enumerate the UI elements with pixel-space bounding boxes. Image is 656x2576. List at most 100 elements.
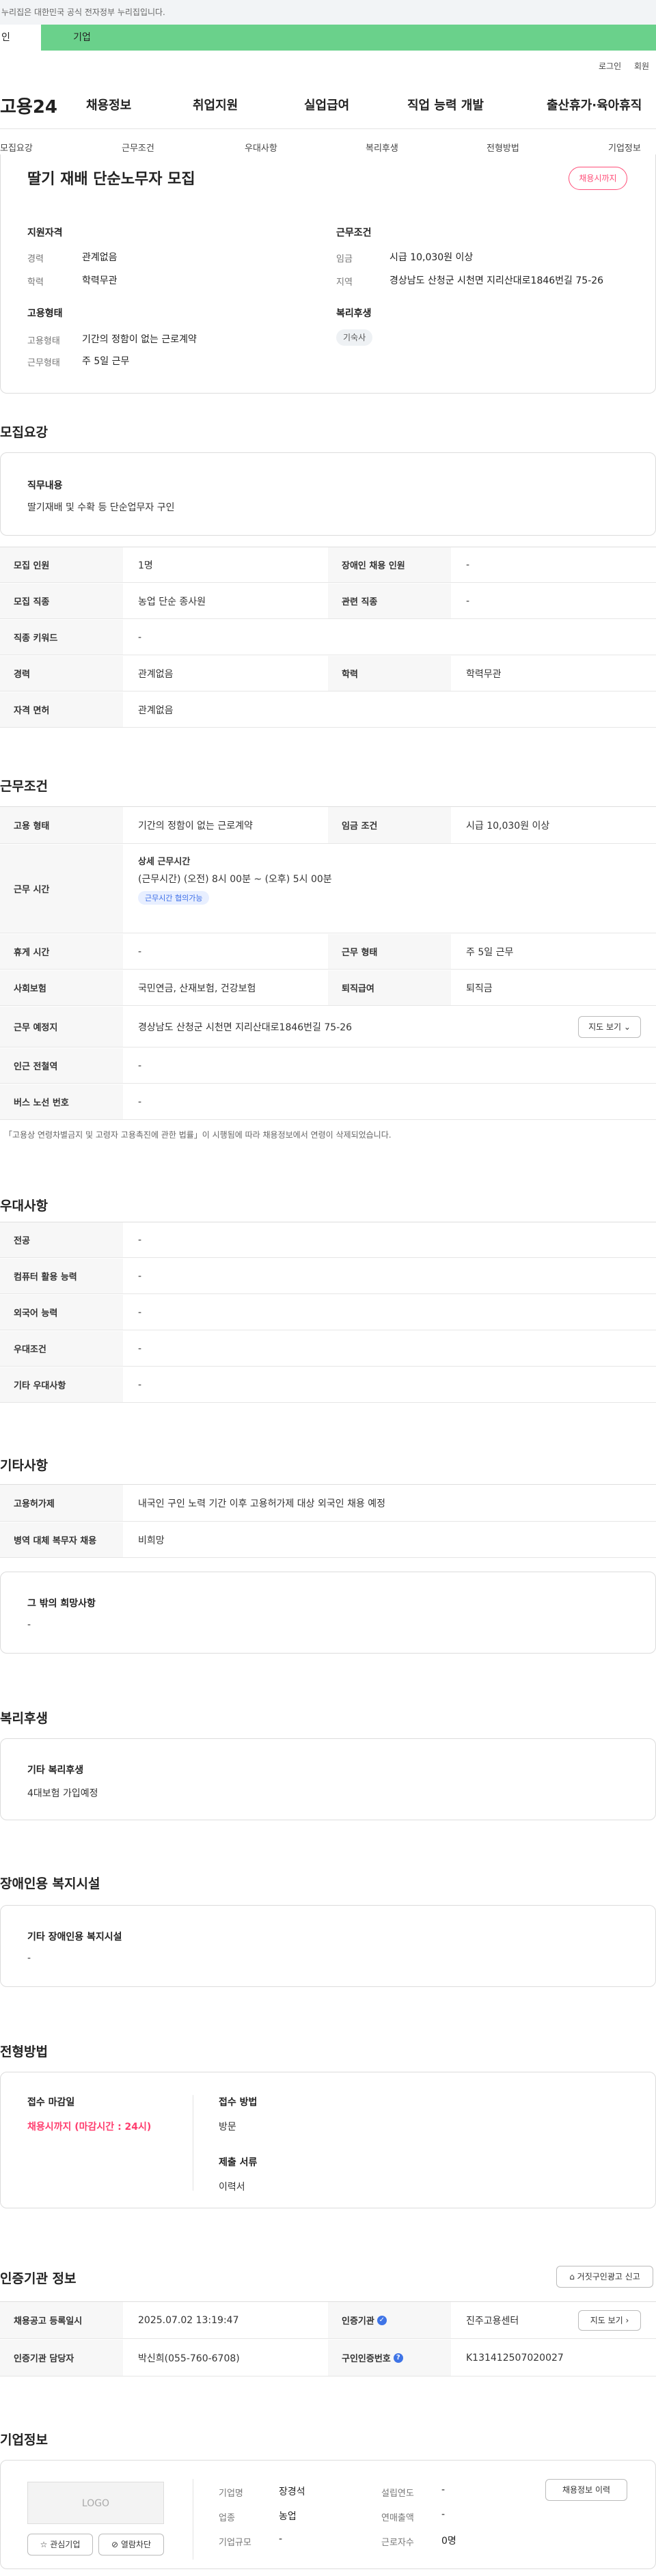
deadline-value: 채용시까지 (마감시간 : 24시) xyxy=(27,2122,152,2133)
founded-label: 설립연도 xyxy=(381,2489,414,2499)
table-cell: 농업 단순 종사원 xyxy=(138,596,206,607)
block-view-button[interactable]: ⊘ 열람차단 xyxy=(98,2534,164,2556)
report-false-ad-button[interactable]: ⌂ 거짓구인광고 신고 xyxy=(556,2266,653,2288)
table-header: 기타 우대사항 xyxy=(0,1367,123,1402)
anchor-selection[interactable]: 전형방법 xyxy=(487,141,519,154)
disability-box-value: - xyxy=(27,1953,31,1964)
anchor-welfare[interactable]: 복리후생 xyxy=(366,141,398,154)
star-icon: ☆ xyxy=(40,2540,48,2549)
work-type-value: 주 5일 근무 xyxy=(82,356,130,367)
table-row: 모집 인원 1명 장애인 채용 인원 - xyxy=(0,547,656,583)
login-link[interactable]: 로그인 xyxy=(599,60,621,72)
welfare-box-value: 4대보험 가입예정 xyxy=(27,1788,98,1799)
table-header: 경력 xyxy=(0,656,123,691)
table-header: 자격 면허 xyxy=(0,692,123,727)
table-row: 기타 우대사항 - xyxy=(0,1367,656,1403)
table-row: 컴퓨터 활용 능력 - xyxy=(0,1259,656,1294)
job-history-button[interactable]: 채용정보 이력 xyxy=(545,2479,627,2501)
other-wishes-box xyxy=(0,1572,656,1654)
welfare-chip: 기숙사 xyxy=(336,329,373,346)
etc-table: 고용허가제 내국인 구인 노력 기간 이후 고용허가제 대상 외국인 채용 예정… xyxy=(0,1484,656,1559)
table-header: 근무 형태 xyxy=(328,934,451,969)
table-cell: 학력무관 xyxy=(466,668,502,680)
work-time-value: (근무시간) (오전) 8시 00분 ~ (오후) 5시 00분 xyxy=(138,874,332,885)
tab-personal[interactable]: 인 xyxy=(0,25,41,51)
table-cell: 퇴직금 xyxy=(466,983,493,994)
conditions-heading: 근무조건 xyxy=(336,228,372,238)
table-header: 관련 직종 xyxy=(328,584,451,618)
company-name-value: 장경석 xyxy=(279,2486,305,2497)
agency-map-button[interactable]: 지도 보기 › xyxy=(578,2310,641,2331)
employment-type-value: 기간의 정함이 없는 근로계약 xyxy=(82,334,197,345)
employees-value: 0명 xyxy=(441,2536,456,2547)
anchor-company[interactable]: 기업정보 xyxy=(608,141,641,154)
table-cell: - xyxy=(138,1060,142,1071)
duty-value: 딸기재배 및 수확 등 단순업무자 구인 xyxy=(27,502,175,513)
help-icon[interactable]: ? xyxy=(393,2353,403,2363)
table-cell: 진주고용센터 xyxy=(466,2315,519,2327)
tab-company[interactable]: 기업 xyxy=(41,25,123,51)
home-icon: ⌂ xyxy=(569,2272,575,2282)
work-heading: 근무조건 xyxy=(0,779,48,794)
map-view-button[interactable]: 지도 보기 ⌄ xyxy=(578,1016,641,1038)
region-label: 지역 xyxy=(336,277,353,288)
table-row: 전공 - xyxy=(0,1222,656,1258)
table-cell: 관계없음 xyxy=(138,704,174,716)
welfare-section-heading: 복리후생 xyxy=(0,1711,48,1726)
method-heading: 접수 방법 xyxy=(219,2097,258,2108)
table-header: 모집 직종 xyxy=(0,584,123,618)
table-row: 사회보험 국민연금, 산재보험, 건강보험 퇴직급여 퇴직금 xyxy=(0,970,656,1006)
company-logo-placeholder: LOGO xyxy=(27,2482,164,2524)
favorite-company-button[interactable]: ☆ 관심기업 xyxy=(27,2534,93,2556)
signup-link[interactable]: 회원 xyxy=(634,60,649,72)
table-header: 인증기관 담당자 xyxy=(0,2340,123,2376)
education-label: 학력 xyxy=(27,277,44,288)
table-header: 장애인 채용 인원 xyxy=(328,547,451,582)
table-cell: K131412507020027 xyxy=(466,2352,564,2363)
gnb-item-parental-leave[interactable]: 출산휴가·육아휴직 xyxy=(547,96,642,113)
table-header: 임금 조건 xyxy=(328,807,451,843)
report-false-ad-label: 거짓구인광고 신고 xyxy=(577,2272,640,2282)
status-badge: 채용시까지 xyxy=(569,167,627,190)
table-cell: 1명 xyxy=(138,560,153,571)
table-row: 근무 시간 상세 근무시간 (근무시간) (오전) 8시 00분 ~ (오후) … xyxy=(0,845,656,933)
block-view-label: 열람차단 xyxy=(120,2540,152,2549)
wage-label: 임금 xyxy=(336,254,353,264)
revenue-value: - xyxy=(441,2509,446,2520)
gnb-item-vocational-training[interactable]: 직업 능력 개발 xyxy=(407,96,484,113)
table-row: 경력 관계없음 학력 학력무관 xyxy=(0,656,656,691)
work-type-label: 근무형태 xyxy=(27,358,60,368)
etc-heading: 기타사항 xyxy=(0,1458,48,1473)
table-cell: - xyxy=(138,946,142,957)
documents-value: 이력서 xyxy=(219,2182,245,2193)
industry-value: 농업 xyxy=(279,2511,297,2522)
gnb-item-jobs[interactable]: 채용정보 xyxy=(86,96,131,113)
chevron-right-icon: › xyxy=(625,2316,629,2325)
recruit-table: 모집 인원 1명 장애인 채용 인원 - 모집 직종 농업 단순 종사원 관련 … xyxy=(0,547,656,728)
anchor-recruit[interactable]: 모집요강 xyxy=(0,141,33,154)
table-header: 근무 예정지 xyxy=(0,1006,123,1047)
gnb-item-employment-support[interactable]: 취업지원 xyxy=(193,96,238,113)
table-cell: 관계없음 xyxy=(138,668,174,680)
selection-box xyxy=(0,2072,656,2208)
table-cell: - xyxy=(138,1270,142,1282)
gnb-item-unemployment-benefit[interactable]: 실업급여 xyxy=(304,96,349,113)
employment-heading: 고용형태 xyxy=(27,308,63,319)
table-header: 우대조건 xyxy=(0,1331,123,1366)
table-row: 버스 노선 번호 - xyxy=(0,1084,656,1120)
agency-label: 인증기관 xyxy=(342,2316,374,2327)
industry-label: 업종 xyxy=(219,2513,235,2523)
founded-value: - xyxy=(441,2484,446,2495)
anchor-work[interactable]: 근무조건 xyxy=(122,141,154,154)
site-logo[interactable]: 고용24 xyxy=(0,93,57,118)
anchor-preference[interactable]: 우대사항 xyxy=(245,141,277,154)
work-time-subheading: 상세 근무시간 xyxy=(138,857,191,867)
table-cell: - xyxy=(466,559,470,571)
welfare-heading: 복리후생 xyxy=(336,308,372,319)
deadline-heading: 접수 마감일 xyxy=(27,2097,75,2108)
table-row: 외국어 능력 - xyxy=(0,1295,656,1330)
map-view-label: 지도 보기 xyxy=(588,1022,622,1032)
welfare-box xyxy=(0,1738,656,1820)
check-icon: ✓ xyxy=(377,2315,387,2325)
duty-box xyxy=(0,452,656,536)
